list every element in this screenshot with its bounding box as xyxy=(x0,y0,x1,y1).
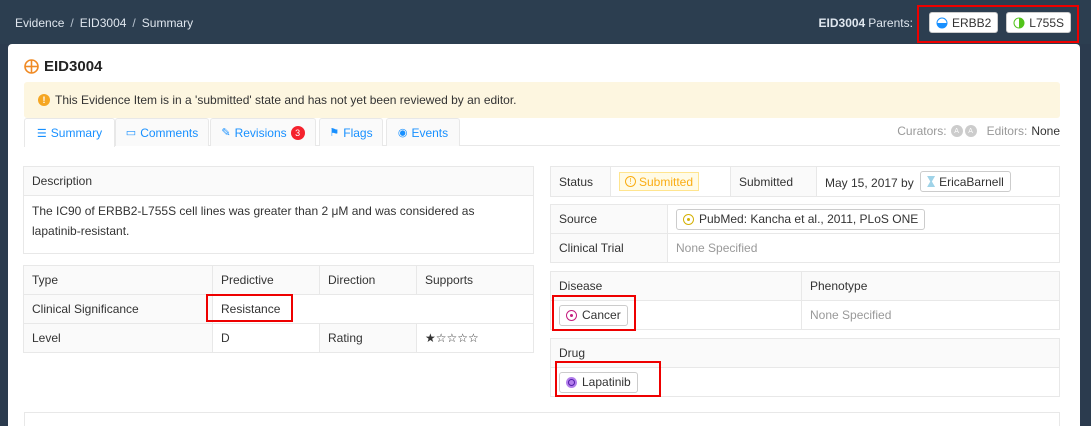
rating-stars: ★☆☆☆☆ xyxy=(416,323,534,353)
status-value: Submitted xyxy=(639,174,694,189)
tab-events-label: Events xyxy=(411,125,449,140)
curator-avatar[interactable]: A xyxy=(950,125,963,137)
tab-summary[interactable]: ☰ Summary xyxy=(24,118,115,147)
info-icon: ! xyxy=(625,176,636,187)
tab-flags-label: Flags xyxy=(343,125,373,140)
curator-avatar[interactable]: A xyxy=(964,125,977,137)
events-icon: ◉ xyxy=(397,127,408,139)
highlight-box-significance xyxy=(206,294,293,322)
parents-label: Parents: xyxy=(868,15,913,30)
significance-label: Clinical Significance xyxy=(23,294,213,324)
page-title-text: EID3004 xyxy=(44,58,103,75)
source-label: Source xyxy=(550,204,668,234)
user-icon xyxy=(927,176,936,187)
breadcrumb-evidence[interactable]: Evidence xyxy=(15,16,64,30)
editors-value: None xyxy=(1031,124,1060,138)
breadcrumb-separator: / xyxy=(132,16,136,30)
source-tag[interactable]: PubMed: Kancha et al., 2011, PLoS ONE xyxy=(676,208,926,230)
description-text: The IC90 of ERBB2-L755S cell lines was g… xyxy=(23,196,534,254)
list-icon: ☰ xyxy=(36,127,47,140)
table-row: Clinical Trial None Specified xyxy=(550,233,1060,263)
publication-icon xyxy=(683,213,694,225)
submitter-tag[interactable]: EricaBarnell xyxy=(920,171,1011,192)
trial-label: Clinical Trial xyxy=(550,233,668,263)
table-row: Source PubMed: Kancha et al., 2011, PLoS… xyxy=(550,204,1060,234)
highlight-box-parents xyxy=(917,5,1079,43)
direction-label: Direction xyxy=(319,265,417,295)
highlight-box-disease xyxy=(552,295,636,331)
phenotype-label: Phenotype xyxy=(801,271,1060,301)
status-cell: ! Submitted xyxy=(610,166,731,197)
rating-label: Rating xyxy=(319,323,417,353)
parents-evidence-id: EID3004 xyxy=(818,15,866,30)
trial-value: None Specified xyxy=(667,233,1060,263)
curators-editors: Curators: A A Editors: None xyxy=(897,124,1060,138)
submitted-cell: May 15, 2017 by EricaBarnell xyxy=(816,166,1060,197)
description-header: Description xyxy=(23,166,534,196)
submitter-name: EricaBarnell xyxy=(939,174,1004,189)
source-cell: PubMed: Kancha et al., 2011, PLoS ONE xyxy=(667,204,1060,234)
submitted-label: Submitted xyxy=(730,166,817,197)
level-label: Level xyxy=(23,323,213,353)
tab-comments[interactable]: ▭ Comments xyxy=(115,118,209,146)
breadcrumb-eid[interactable]: EID3004 xyxy=(80,16,127,30)
direction-value: Supports xyxy=(416,265,534,295)
submitted-date: May 15, 2017 by xyxy=(825,176,914,190)
tab-flags[interactable]: ⚑ Flags xyxy=(319,118,383,146)
evidence-icon xyxy=(24,59,39,74)
tab-events[interactable]: ◉ Events xyxy=(386,118,460,146)
assertions-panel xyxy=(24,412,1060,426)
description-panel: Description The IC90 of ERBB2-L755S cell… xyxy=(23,166,534,254)
breadcrumb: Evidence / EID3004 / Summary xyxy=(15,16,193,30)
curators-label: Curators: xyxy=(897,124,947,138)
status-label: Status xyxy=(550,166,611,197)
edit-icon: ✎ xyxy=(221,127,231,139)
type-label: Type xyxy=(23,265,213,295)
source-value: PubMed: Kancha et al., 2011, PLoS ONE xyxy=(699,212,919,226)
tab-revisions-label: Revisions xyxy=(234,125,287,140)
star-rating: ★☆☆☆☆ xyxy=(425,331,479,345)
table-row: Level D Rating ★☆☆☆☆ xyxy=(23,323,534,353)
editors-label: Editors: xyxy=(986,124,1028,138)
warning-icon: ! xyxy=(38,94,50,106)
revisions-count-badge: 3 xyxy=(290,125,305,140)
type-value: Predictive xyxy=(212,265,320,295)
alert-text: This Evidence Item is in a 'submitted' s… xyxy=(55,93,517,107)
highlight-box-drug xyxy=(555,361,661,397)
source-table: Source PubMed: Kancha et al., 2011, PLoS… xyxy=(550,204,1060,263)
status-alert: ! This Evidence Item is in a 'submitted'… xyxy=(24,82,1060,118)
tab-summary-label: Summary xyxy=(50,126,103,140)
comment-icon: ▭ xyxy=(125,127,137,139)
breadcrumb-separator: / xyxy=(70,16,74,30)
table-row: Status ! Submitted Submitted May 15, 2017… xyxy=(550,166,1060,197)
phenotype-value: None Specified xyxy=(801,300,1060,330)
tab-revisions[interactable]: ✎ Revisions 3 xyxy=(210,118,316,146)
tab-comments-label: Comments xyxy=(140,125,199,140)
page-title: EID3004 xyxy=(24,58,102,75)
evidence-card: EID3004 ! This Evidence Item is in a 'su… xyxy=(8,44,1080,426)
breadcrumb-summary: Summary xyxy=(141,16,194,30)
status-table: Status ! Submitted Submitted May 15, 2017… xyxy=(550,166,1060,197)
table-row: Type Predictive Direction Supports xyxy=(23,265,534,295)
status-badge: ! Submitted xyxy=(619,172,700,191)
flag-icon: ⚑ xyxy=(329,127,340,139)
level-value: D xyxy=(212,323,320,353)
